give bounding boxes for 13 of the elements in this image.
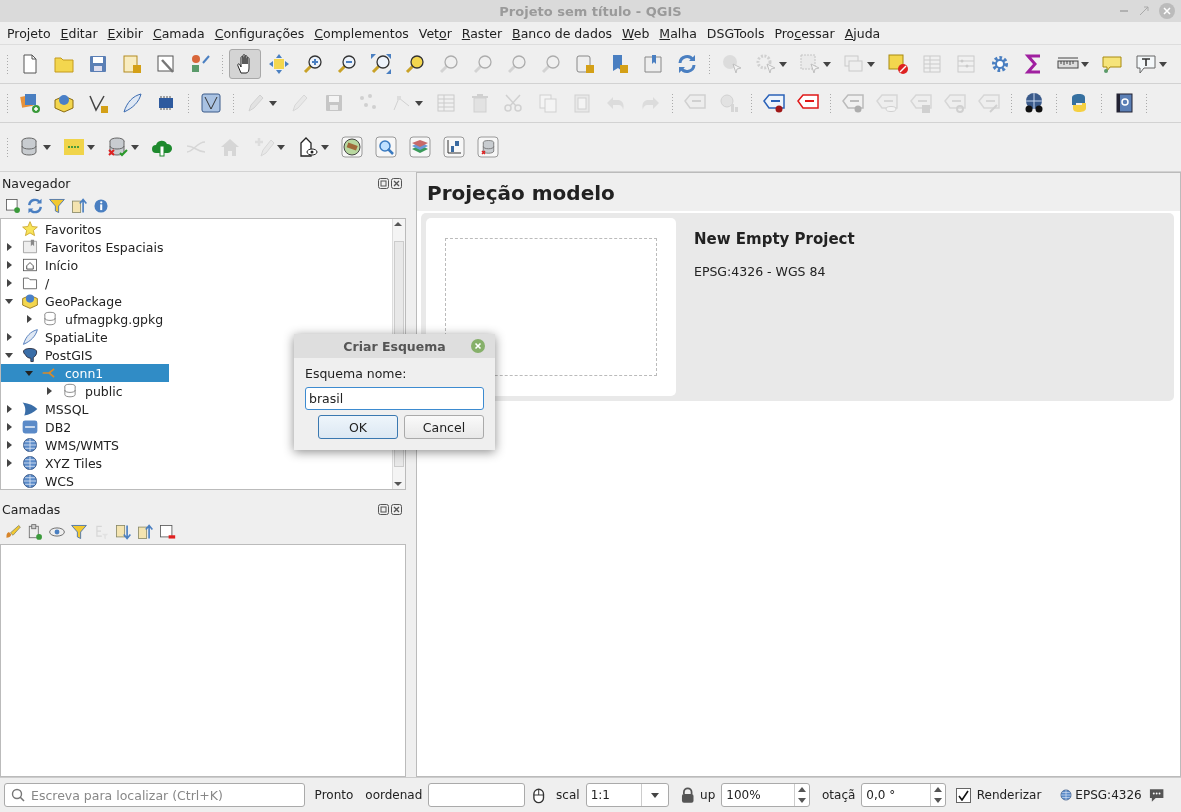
scale-label: scal (556, 788, 580, 802)
field-label: Esquema nome: (305, 366, 408, 381)
project-crs: EPSG:4326 - WGS 84 (694, 264, 827, 279)
project-name: New Empty Project (694, 230, 855, 248)
section-heading: Projeção modelo (417, 173, 1180, 211)
render-label: Renderizar (976, 788, 1042, 802)
magnifier-label: up (700, 788, 716, 802)
panel-title: Camadas (2, 501, 61, 517)
window-title: Projeto sem título - QGIS (499, 3, 682, 19)
rotation-label: otaçã (822, 788, 856, 802)
panel-title: Navegador (2, 175, 71, 191)
coordinate-label: oordenad (365, 788, 423, 802)
status-message: Pronto (314, 788, 354, 802)
